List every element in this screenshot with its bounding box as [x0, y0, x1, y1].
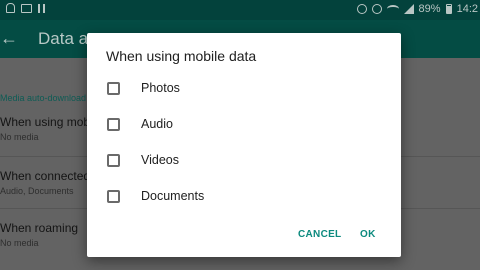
mute-icon: [356, 4, 367, 14]
battery-percent: 89%: [418, 3, 441, 15]
clock: 14:2: [456, 3, 478, 15]
option-label: Photos: [141, 81, 180, 95]
image-icon: [21, 3, 32, 13]
documents-checkbox[interactable]: [107, 189, 120, 203]
dialog-title: When using mobile data: [106, 48, 257, 64]
option-label: Videos: [141, 153, 179, 167]
ok-button[interactable]: OK: [360, 229, 376, 240]
cancel-button[interactable]: CANCEL: [298, 229, 341, 240]
option-label: Documents: [141, 189, 205, 203]
option-label: Audio: [141, 117, 173, 131]
option-documents[interactable]: Documents: [107, 186, 377, 206]
option-videos[interactable]: Videos: [107, 150, 377, 170]
status-bar-left: [6, 3, 45, 13]
page-title: Data ar: [38, 29, 94, 48]
signal-icon: [403, 4, 414, 14]
pause-icon: [38, 3, 45, 13]
section-header-media-auto-download: Media auto-download: [0, 93, 87, 103]
notification-icon: [6, 3, 15, 13]
photos-checkbox[interactable]: [107, 81, 120, 95]
videos-checkbox[interactable]: [107, 153, 120, 167]
battery-icon: [445, 4, 452, 14]
option-audio[interactable]: Audio: [107, 114, 377, 134]
media-auto-download-dialog: When using mobile data Photos Audio Vide…: [87, 33, 401, 257]
status-bar: 89% 14:2: [0, 0, 480, 20]
alarm-icon: [371, 4, 382, 14]
back-arrow-icon[interactable]: ←: [0, 28, 18, 48]
status-bar-right: 89% 14:2: [356, 3, 478, 15]
audio-checkbox[interactable]: [107, 117, 120, 131]
option-photos[interactable]: Photos: [107, 78, 377, 98]
wifi-icon: [386, 5, 399, 13]
